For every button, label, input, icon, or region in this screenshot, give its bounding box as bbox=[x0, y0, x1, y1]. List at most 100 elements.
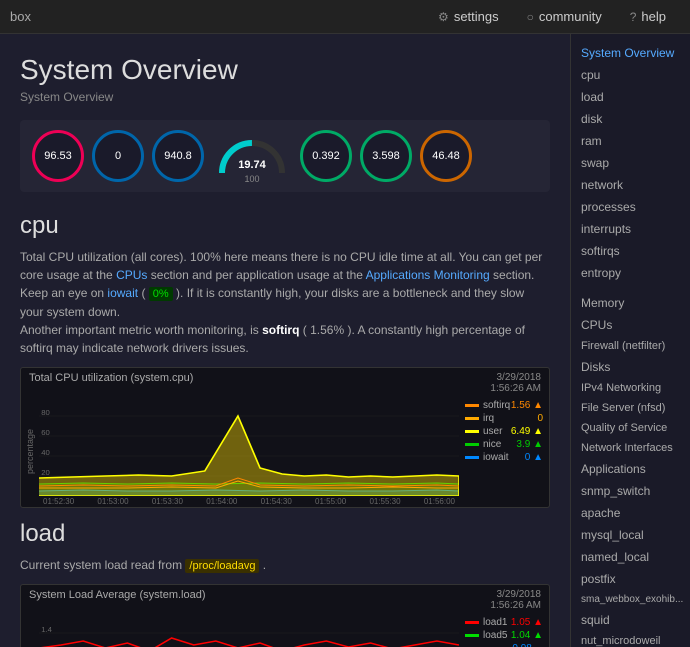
sidebar-item-disks[interactable]: Disks bbox=[571, 356, 690, 378]
nav-help[interactable]: ? help bbox=[616, 0, 680, 34]
gauge-big-range: 100 bbox=[244, 174, 259, 184]
legend-load15: load15 0.98 ▲ bbox=[465, 643, 543, 647]
cpu-chart-title: Total CPU utilization (system.cpu) bbox=[29, 372, 193, 384]
sidebar-item-sma[interactable]: sma_webbox_exohib... bbox=[571, 590, 690, 609]
gauge-circle-2: 0 bbox=[92, 130, 144, 182]
gauge-circle-6: 3.598 bbox=[360, 130, 412, 182]
cpu-chart-header: Total CPU utilization (system.cpu) 3/29/… bbox=[21, 368, 549, 394]
gauge-2: 0 bbox=[92, 130, 144, 182]
gauge-7: 46.48 bbox=[420, 130, 472, 182]
sidebar-item-applications[interactable]: Applications bbox=[571, 458, 690, 480]
sidebar-item-cpus[interactable]: CPUs bbox=[571, 314, 690, 336]
sidebar-item-snmp[interactable]: snmp_switch bbox=[571, 480, 690, 502]
legend-color-iowait bbox=[465, 456, 479, 459]
main-content: System Overview System Overview 96.53 0 … bbox=[0, 34, 570, 647]
cpu-section-title: cpu bbox=[20, 212, 550, 240]
help-icon: ? bbox=[630, 10, 637, 24]
gauge-big: 19.74 100 bbox=[212, 128, 292, 184]
cpu-chart-container: Total CPU utilization (system.cpu) 3/29/… bbox=[20, 367, 550, 508]
sidebar-item-swap[interactable]: swap bbox=[571, 152, 690, 174]
sidebar-item-postfix[interactable]: postfix bbox=[571, 568, 690, 590]
legend-load5: load5 1.04 ▲ bbox=[465, 630, 543, 641]
settings-icon: ⚙ bbox=[438, 10, 449, 24]
sidebar-item-squid[interactable]: squid bbox=[571, 609, 690, 631]
gauge-5: 0.392 bbox=[300, 130, 352, 182]
cpu-gauges-row: 96.53 0 940.8 19.74 100 bbox=[20, 120, 550, 192]
svg-text:1.4: 1.4 bbox=[41, 625, 52, 634]
sidebar-item-entropy[interactable]: entropy bbox=[571, 262, 690, 284]
cpu-chart-inner: percentage bbox=[21, 396, 549, 507]
gauge-circle-7: 46.48 bbox=[420, 130, 472, 182]
load-chart-header: System Load Average (system.load) 3/29/2… bbox=[21, 585, 549, 611]
sidebar-item-processes[interactable]: processes bbox=[571, 196, 690, 218]
semi-gauge-svg: 19.74 bbox=[212, 128, 292, 178]
cpu-y-label: percentage bbox=[21, 396, 39, 507]
gauge-circle-5: 0.392 bbox=[300, 130, 352, 182]
load-chart-svg: 1.4 1.2 1.0 0.8 bbox=[39, 613, 459, 647]
legend-load1: load1 1.05 ▲ bbox=[465, 617, 543, 628]
page-title: System Overview bbox=[20, 54, 550, 86]
cpu-x-labels: 01:52:3001:53:0001:53:3001:54:00 01:54:3… bbox=[39, 496, 459, 507]
cpu-legend: softirq 1.56 ▲ irq 0 user 6.49 ▲ bbox=[459, 396, 549, 507]
page-subtitle: System Overview bbox=[20, 90, 550, 104]
legend-nice: nice 3.9 ▲ bbox=[465, 439, 543, 450]
cpu-desc: Total CPU utilization (all cores). 100% … bbox=[20, 248, 550, 357]
legend-color-load5 bbox=[465, 634, 479, 637]
sidebar-item-softirqs[interactable]: softirqs bbox=[571, 240, 690, 262]
load-chart-inner: load 1.4 1.2 1.0 0.8 bbox=[21, 613, 549, 647]
sidebar-item-interrupts[interactable]: interrupts bbox=[571, 218, 690, 240]
sidebar: System Overview cpu load disk ram swap n… bbox=[570, 34, 690, 647]
legend-color-softirq bbox=[465, 404, 479, 407]
main-layout: System Overview System Overview 96.53 0 … bbox=[0, 34, 690, 647]
community-icon: ○ bbox=[527, 10, 534, 24]
cpu-chart-svg: 80 60 40 20 bbox=[39, 396, 459, 496]
sidebar-item-mysql[interactable]: mysql_local bbox=[571, 524, 690, 546]
sidebar-item-system-overview[interactable]: System Overview bbox=[571, 42, 690, 64]
sidebar-item-qos[interactable]: Quality of Service bbox=[571, 418, 690, 438]
sidebar-item-nut[interactable]: nut_microdoweil bbox=[571, 631, 690, 647]
load-legend: load1 1.05 ▲ load5 1.04 ▲ load15 0.98 ▲ bbox=[459, 613, 549, 647]
sidebar-item-fileserver[interactable]: File Server (nfsd) bbox=[571, 398, 690, 418]
cpu-chart-area: 80 60 40 20 bbox=[39, 396, 459, 507]
sidebar-item-named[interactable]: named_local bbox=[571, 546, 690, 568]
brand-label: box bbox=[10, 9, 31, 24]
sidebar-item-memory[interactable]: Memory bbox=[571, 292, 690, 314]
sidebar-item-load[interactable]: load bbox=[571, 86, 690, 108]
load-chart-title: System Load Average (system.load) bbox=[29, 589, 206, 601]
top-nav: box ⚙ settings ○ community ? help bbox=[0, 0, 690, 34]
legend-color-load1 bbox=[465, 621, 479, 624]
svg-text:40: 40 bbox=[41, 448, 50, 457]
sidebar-item-disk[interactable]: disk bbox=[571, 108, 690, 130]
svg-text:20: 20 bbox=[41, 468, 50, 477]
legend-irq: irq 0 bbox=[465, 413, 543, 424]
legend-user: user 6.49 ▲ bbox=[465, 426, 543, 437]
softirq-label: softirq bbox=[262, 323, 299, 337]
proc-loadavg-link[interactable]: /proc/loadavg bbox=[185, 559, 259, 573]
sidebar-item-netinterfaces[interactable]: Network Interfaces bbox=[571, 438, 690, 458]
sidebar-item-ipv4[interactable]: IPv4 Networking bbox=[571, 378, 690, 398]
load-section-title: load bbox=[20, 520, 550, 548]
svg-text:80: 80 bbox=[41, 408, 50, 417]
legend-color-user bbox=[465, 430, 479, 433]
sidebar-item-firewall[interactable]: Firewall (netfilter) bbox=[571, 336, 690, 356]
app-monitoring-link[interactable]: Applications Monitoring bbox=[366, 268, 490, 282]
svg-text:60: 60 bbox=[41, 428, 50, 437]
iowait-value: 0% bbox=[149, 287, 173, 301]
gauge-3: 940.8 bbox=[152, 130, 204, 182]
legend-color-irq bbox=[465, 417, 479, 420]
cpus-link[interactable]: CPUs bbox=[116, 268, 147, 282]
nav-community[interactable]: ○ community bbox=[513, 0, 616, 34]
gauge-circle-3: 940.8 bbox=[152, 130, 204, 182]
sidebar-item-ram[interactable]: ram bbox=[571, 130, 690, 152]
nav-items: ⚙ settings ○ community ? help bbox=[424, 0, 680, 34]
sidebar-item-cpu[interactable]: cpu bbox=[571, 64, 690, 86]
sidebar-item-apache[interactable]: apache bbox=[571, 502, 690, 524]
load-y-label: load bbox=[21, 613, 39, 647]
nav-settings[interactable]: ⚙ settings bbox=[424, 0, 513, 34]
load-desc: Current system load read from /proc/load… bbox=[20, 556, 550, 575]
svg-text:19.74: 19.74 bbox=[238, 159, 266, 171]
load-chart-area: 1.4 1.2 1.0 0.8 01:52:3001:53:0001:53:30… bbox=[39, 613, 459, 647]
sidebar-item-network[interactable]: network bbox=[571, 174, 690, 196]
legend-color-nice bbox=[465, 443, 479, 446]
iowait-link[interactable]: iowait bbox=[107, 286, 138, 300]
